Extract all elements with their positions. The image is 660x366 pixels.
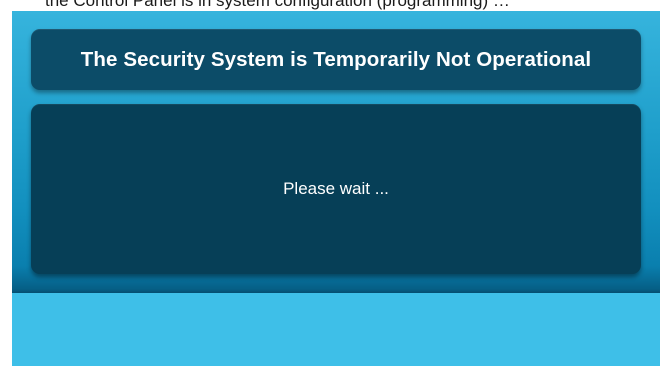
status-title-panel: The Security System is Temporarily Not O… bbox=[31, 29, 641, 90]
status-message: Please wait ... bbox=[283, 179, 389, 198]
control-panel-screen: The Security System is Temporarily Not O… bbox=[12, 11, 660, 366]
status-message-panel: Please wait ... bbox=[31, 104, 641, 274]
document-partial-text: the Control Panel is in system configura… bbox=[45, 0, 510, 10]
status-title: The Security System is Temporarily Not O… bbox=[80, 47, 592, 71]
